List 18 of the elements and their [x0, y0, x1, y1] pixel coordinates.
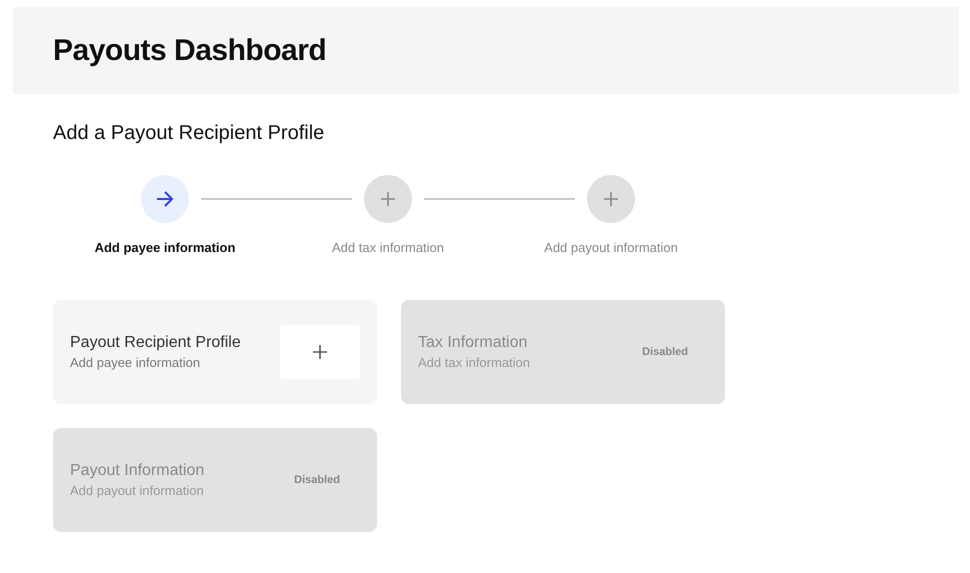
- plus-icon: [380, 191, 396, 207]
- page-title: Payouts Dashboard: [53, 34, 326, 68]
- plus-icon: [603, 191, 619, 207]
- card-title: Payout Recipient Profile: [70, 334, 241, 352]
- add-button[interactable]: [280, 325, 360, 379]
- step-label: Add tax information: [332, 240, 444, 255]
- card-subtitle: Add payee information: [70, 355, 202, 370]
- section-title: Add a Payout Recipient Profile: [53, 122, 326, 145]
- card-title: Payout Information: [70, 462, 204, 480]
- step-label: Add payout information: [544, 240, 678, 255]
- plus-icon: [312, 344, 328, 360]
- card-subtitle: Add payout information: [70, 483, 204, 498]
- card-subtitle: Add tax information: [418, 355, 530, 370]
- arrow-right-icon: [155, 190, 175, 208]
- status-text: Disabled: [642, 346, 688, 358]
- step-label: Add payee information: [94, 240, 236, 255]
- card-title: Tax Information: [418, 334, 528, 352]
- status-text: Disabled: [294, 474, 340, 486]
